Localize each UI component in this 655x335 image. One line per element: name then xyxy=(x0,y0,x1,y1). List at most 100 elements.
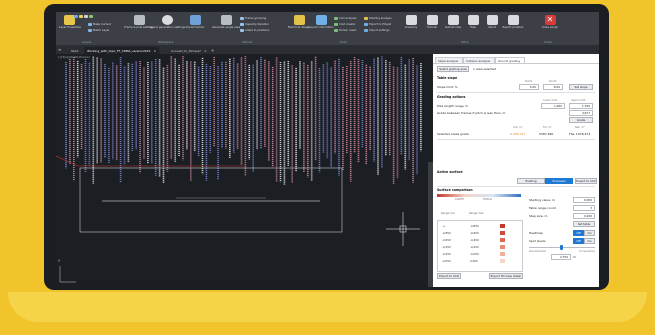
layout-information-button[interactable]: Layout information xyxy=(308,15,334,29)
match-layer-button[interactable]: Match Layer xyxy=(88,28,110,32)
layer-on-icon[interactable] xyxy=(74,15,78,18)
terrain-mesh-button[interactable]: Terrain mesh xyxy=(334,28,356,32)
ribbon-group-other: Academy Tutorial Submit idea Help About … xyxy=(401,13,535,44)
generate-single-area-button[interactable]: Generate single area xyxy=(212,15,240,29)
layer-lock-icon[interactable] xyxy=(84,15,88,18)
existing-surface-button[interactable]: Existing xyxy=(517,178,545,184)
color-swatch[interactable] xyxy=(500,259,505,263)
table-row[interactable]: -0,650 -0,450 xyxy=(438,237,522,243)
shading-analysis-button[interactable]: Shading analysis xyxy=(364,16,392,20)
range-max-cell: -0,650 xyxy=(470,231,479,235)
table-row[interactable]: -0,050 0,050 xyxy=(438,258,522,264)
color-swatch[interactable] xyxy=(500,231,505,235)
import-settings-button[interactable]: Import settings xyxy=(364,28,390,32)
range-min-cell: -0,850 xyxy=(442,231,451,235)
frame-grouping-button[interactable]: Frame grouping xyxy=(240,16,266,20)
grade-pitch-input[interactable]: 4,677 xyxy=(569,110,593,116)
set-slope-button[interactable]: Set slope xyxy=(569,84,593,90)
pole-upper-input[interactable]: 1,700 xyxy=(569,103,593,109)
report-problem-button[interactable]: Report problem xyxy=(502,15,524,29)
make-current-button[interactable]: Make Current xyxy=(88,22,111,26)
color-swatch[interactable] xyxy=(500,245,505,249)
select-grading-area-button[interactable]: Select grading area xyxy=(437,66,469,72)
cost-creator-button[interactable]: Cost creator xyxy=(334,22,355,26)
adapt-to-positions-button[interactable]: Adapt to positions xyxy=(240,28,269,32)
grading-actions-heading: Grading actions xyxy=(437,95,466,99)
lightning-icon xyxy=(293,15,305,25)
electrical-design-button[interactable]: Electrical design xyxy=(288,15,310,29)
range-count-label: Table range count xyxy=(529,206,556,210)
terrain-mesh-icon xyxy=(334,28,338,32)
range-min-cell: -0,450 xyxy=(442,245,451,249)
color-swatch[interactable] xyxy=(500,238,505,242)
range-count-input[interactable]: 3 xyxy=(573,205,595,211)
table-row[interactable]: -0,850 -0,650 xyxy=(438,230,522,236)
slider-left-label: Decremental xyxy=(529,250,546,253)
layer-color-icon[interactable] xyxy=(89,15,93,18)
close-tab-icon[interactable]: × xyxy=(204,49,207,53)
table-row[interactable]: -0,450 -0,250 xyxy=(438,244,522,250)
frame-pole-settings-button[interactable]: Frame & pole settings xyxy=(124,15,154,29)
capacity-iteration-button[interactable]: Capacity iteration xyxy=(240,22,269,26)
pole-lower-input[interactable]: 1,000 xyxy=(541,103,565,109)
legend-right-label: Fill/Cut xyxy=(483,198,492,201)
slope-north-input[interactable]: 5.00 xyxy=(519,84,539,90)
set-table-button[interactable]: Set table xyxy=(573,221,595,227)
pv-rows xyxy=(65,56,422,185)
grade-button[interactable]: Grade xyxy=(569,117,593,123)
sun-icon xyxy=(364,16,368,20)
heatmap-off-toggle[interactable]: Off xyxy=(573,230,584,236)
tab-convert-drawing[interactable]: Convert_to_PVcase* × xyxy=(168,47,210,54)
slider-right-label: Incremental xyxy=(579,250,595,253)
proposed-surface-button[interactable]: Proposed xyxy=(545,178,573,184)
frame-icon xyxy=(133,15,145,25)
color-swatch[interactable] xyxy=(500,252,505,256)
layer-freeze-icon[interactable] xyxy=(79,15,83,18)
active-surface-heading: Active surface xyxy=(437,170,463,174)
export-pvsyst-button[interactable]: Export to PVsyst xyxy=(364,22,391,26)
tab-collision-analysis[interactable]: Collision analysis xyxy=(463,57,495,63)
info-icon xyxy=(315,15,327,25)
cut-column-label: Cut, m³ xyxy=(513,126,523,129)
help-button[interactable]: Help xyxy=(464,15,482,29)
import-terrain-button[interactable]: Import terrain xyxy=(184,15,206,29)
layout-generation-settings-button[interactable]: Layout generation settings xyxy=(149,15,185,29)
import-icon xyxy=(364,28,368,32)
tab-working-drawing[interactable]: Working_with_topo_FT_C6MA_version2021 × xyxy=(84,47,160,54)
table-row[interactable]: -∞ -0,850 xyxy=(438,223,522,229)
tab-start[interactable]: Start xyxy=(68,47,81,54)
new-tab-button[interactable]: + xyxy=(208,47,217,54)
close-tab-icon[interactable]: × xyxy=(154,49,157,53)
spot-levels-off-toggle[interactable]: Off xyxy=(573,238,584,244)
tutorial-button[interactable]: Tutorial xyxy=(422,15,442,29)
about-button[interactable]: About xyxy=(483,15,501,29)
submit-idea-button[interactable]: Submit idea xyxy=(443,15,463,29)
increment-slider-thumb[interactable] xyxy=(560,245,563,250)
academy-icon xyxy=(405,15,417,25)
step-size-input[interactable]: 0,200 xyxy=(573,213,595,219)
grading-panel: Slope analysis Collision analysis Ground… xyxy=(433,54,599,287)
tab-ground-grading[interactable]: Ground grading xyxy=(495,57,525,63)
step-size-label: Step size, m xyxy=(529,214,548,218)
range-max-cell: 0,050 xyxy=(470,259,478,263)
spot-levels-on-toggle[interactable]: On xyxy=(584,238,595,244)
close-plugin-button[interactable]: ✕ Close plugin xyxy=(540,15,560,29)
ribbon-group-label: Tools xyxy=(340,40,347,44)
civil-analysis-button[interactable]: Civil analysis xyxy=(334,16,356,20)
export-3d-view-button[interactable]: Export 3D view (beta) xyxy=(489,273,523,279)
drawing-canvas[interactable]: [-][Top][2D Wireframe] Y xyxy=(56,54,432,287)
section-line xyxy=(56,155,79,167)
export-cad-button[interactable]: Export to CAD xyxy=(437,273,461,279)
ribbon-group-label: Layers xyxy=(82,40,92,44)
table-row[interactable]: -0,250 -0,050 xyxy=(438,251,522,257)
tab-slope-analysis[interactable]: Slope analysis xyxy=(435,57,463,63)
starting-value-input[interactable]: 0,050 xyxy=(573,197,595,203)
academy-button[interactable]: Academy xyxy=(401,15,421,29)
export-csv-button[interactable]: Export to CSV xyxy=(575,178,597,184)
heatmap-on-toggle[interactable]: On xyxy=(584,230,595,236)
slider-value-input[interactable]: 2,750 xyxy=(551,254,571,260)
menu-icon[interactable]: ≡ xyxy=(58,47,61,52)
color-swatch[interactable] xyxy=(500,224,505,228)
warning-icon xyxy=(507,15,519,25)
slope-south-input[interactable]: 8.00 xyxy=(543,84,563,90)
